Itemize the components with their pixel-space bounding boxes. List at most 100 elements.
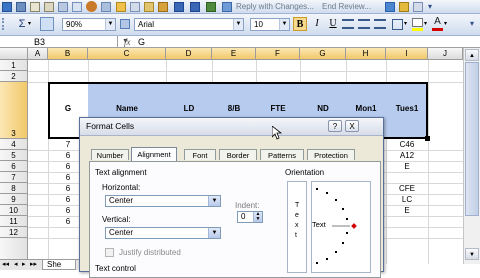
font-color-dropdown-icon[interactable]: ▾ <box>444 17 450 31</box>
tab-font[interactable]: Font <box>184 149 216 160</box>
column-header-f[interactable]: F <box>256 48 300 60</box>
prev-sheet-icon[interactable]: ◂ <box>14 260 18 270</box>
row-header-10[interactable]: 10 <box>0 205 28 216</box>
header-cell-c[interactable]: Name <box>88 104 166 113</box>
zoom-dropdown-icon[interactable]: ▼ <box>105 19 115 30</box>
reply-with-changes-label[interactable]: Reply with Changes... <box>236 1 314 13</box>
select-all-corner[interactable] <box>0 48 28 60</box>
preview-icon[interactable] <box>72 2 82 12</box>
row-header-7[interactable]: 7 <box>0 172 28 183</box>
align-left-icon[interactable] <box>342 19 354 29</box>
toolbar-options-icon-2[interactable]: ▾ <box>470 17 480 31</box>
tab-protection[interactable]: Protection <box>307 149 355 160</box>
orientation-dial[interactable]: Text <box>311 181 371 273</box>
column-header-i[interactable]: I <box>386 48 428 60</box>
hyperlink-icon[interactable] <box>206 2 216 12</box>
open-icon[interactable] <box>2 2 12 12</box>
column-header-h[interactable]: H <box>346 48 386 60</box>
row-header-9[interactable]: 9 <box>0 194 28 205</box>
header-cell-e[interactable]: 8/B <box>212 104 256 113</box>
row-header-5[interactable]: 5 <box>0 150 28 161</box>
row-header-2[interactable]: 2 <box>0 71 28 82</box>
row-header-3[interactable]: 3 <box>0 82 28 139</box>
fill-color-icon[interactable] <box>412 18 423 27</box>
horizontal-select[interactable]: Center ▼ <box>105 195 221 207</box>
paste-icon[interactable] <box>144 2 154 12</box>
borders-icon[interactable] <box>392 19 403 30</box>
permission-icon[interactable] <box>30 2 40 12</box>
header-cell-d[interactable]: LD <box>166 104 212 113</box>
column-header-a[interactable]: A <box>28 48 48 60</box>
cut-icon[interactable] <box>116 2 126 12</box>
scroll-up-icon[interactable]: ▲ <box>465 49 479 61</box>
cell-i5[interactable]: A12 <box>386 151 428 160</box>
cell-i4[interactable]: C46 <box>386 140 428 149</box>
column-header-d[interactable]: D <box>166 48 212 60</box>
reply-icon[interactable] <box>222 2 232 12</box>
row-header-8[interactable]: 8 <box>0 183 28 194</box>
print-icon[interactable] <box>58 2 68 12</box>
undo-icon[interactable] <box>174 2 184 12</box>
help-icon[interactable] <box>120 19 130 29</box>
tab-patterns[interactable]: Patterns <box>260 149 304 160</box>
insert-function-icon[interactable]: fx <box>124 36 131 48</box>
horizontal-dropdown-icon[interactable]: ▼ <box>208 196 220 206</box>
research-icon[interactable] <box>101 2 111 12</box>
formula-content[interactable]: G <box>138 36 145 48</box>
font-color-icon[interactable]: A <box>432 16 443 28</box>
sheet-tab[interactable]: She <box>42 260 76 270</box>
cell-i9[interactable]: LC <box>386 195 428 204</box>
end-review-label[interactable]: End Review... <box>322 1 371 13</box>
row-header-4[interactable]: 4 <box>0 139 28 150</box>
dialog-titlebar[interactable]: Format Cells ? X <box>80 118 383 136</box>
close-button[interactable]: X <box>345 120 359 132</box>
vertical-dropdown-icon[interactable]: ▼ <box>208 228 220 238</box>
header-cell-i[interactable]: Tues1 <box>386 104 428 113</box>
row-header-12[interactable]: 12 <box>0 227 28 238</box>
zoom-select[interactable]: 90% ▼ <box>62 18 116 31</box>
scroll-thumb[interactable] <box>465 62 479 216</box>
underline-button[interactable]: U <box>326 17 340 31</box>
cell-i8[interactable]: CFE <box>386 184 428 193</box>
header-cell-g[interactable]: ND <box>300 104 346 113</box>
chart-icon[interactable] <box>385 2 395 12</box>
indent-spin-icon[interactable]: ▲ ▼ <box>253 212 262 222</box>
vertical-select[interactable]: Center ▼ <box>105 227 221 239</box>
sort-icon[interactable] <box>40 17 54 31</box>
scroll-down-icon[interactable]: ▼ <box>465 248 479 260</box>
tab-border[interactable]: Border <box>219 149 257 160</box>
vertical-text-box[interactable]: T e x t <box>287 181 307 273</box>
vertical-scrollbar[interactable]: ▲ ▼ <box>463 48 480 264</box>
merge-center-icon[interactable] <box>374 19 386 29</box>
autosum-dropdown-icon[interactable]: ▾ <box>28 17 36 31</box>
email-icon[interactable] <box>44 2 54 12</box>
last-sheet-icon[interactable]: ▸▸ <box>30 260 37 270</box>
help-button[interactable]: ? <box>328 120 342 132</box>
borders-dropdown-icon[interactable]: ▾ <box>404 17 410 31</box>
justify-distributed-checkbox[interactable] <box>105 248 114 257</box>
header-cell-h[interactable]: Mon1 <box>346 104 386 113</box>
save-icon[interactable] <box>16 2 26 12</box>
row-header-6[interactable]: 6 <box>0 161 28 172</box>
drawing-icon[interactable] <box>399 2 409 12</box>
header-cell-f[interactable]: FTE <box>256 104 300 113</box>
tab-number[interactable]: Number <box>91 149 129 160</box>
format-painter-icon[interactable] <box>158 2 168 12</box>
column-header-g[interactable]: G <box>300 48 346 60</box>
row-header-11[interactable]: 11 <box>0 216 28 227</box>
italic-button[interactable]: I <box>310 17 324 31</box>
column-header-e[interactable]: E <box>212 48 256 60</box>
indent-stepper[interactable]: 0 ▲ ▼ <box>237 211 263 223</box>
align-center-icon[interactable] <box>358 19 370 29</box>
row-header-1[interactable]: 1 <box>0 60 28 71</box>
font-size-dropdown-icon[interactable]: ▼ <box>279 19 289 30</box>
font-size-select[interactable]: 10 ▼ <box>250 18 290 31</box>
font-name-dropdown-icon[interactable]: ▼ <box>233 19 243 30</box>
column-header-c[interactable]: C <box>88 48 166 60</box>
toolbar-options-icon[interactable]: ▾ <box>428 2 440 12</box>
cell-i6[interactable]: E <box>386 162 428 171</box>
font-name-select[interactable]: Arial ▼ <box>134 18 244 31</box>
redo-icon[interactable] <box>190 2 200 12</box>
name-box[interactable]: B3 <box>0 36 118 48</box>
column-header-b[interactable]: B <box>48 48 88 60</box>
